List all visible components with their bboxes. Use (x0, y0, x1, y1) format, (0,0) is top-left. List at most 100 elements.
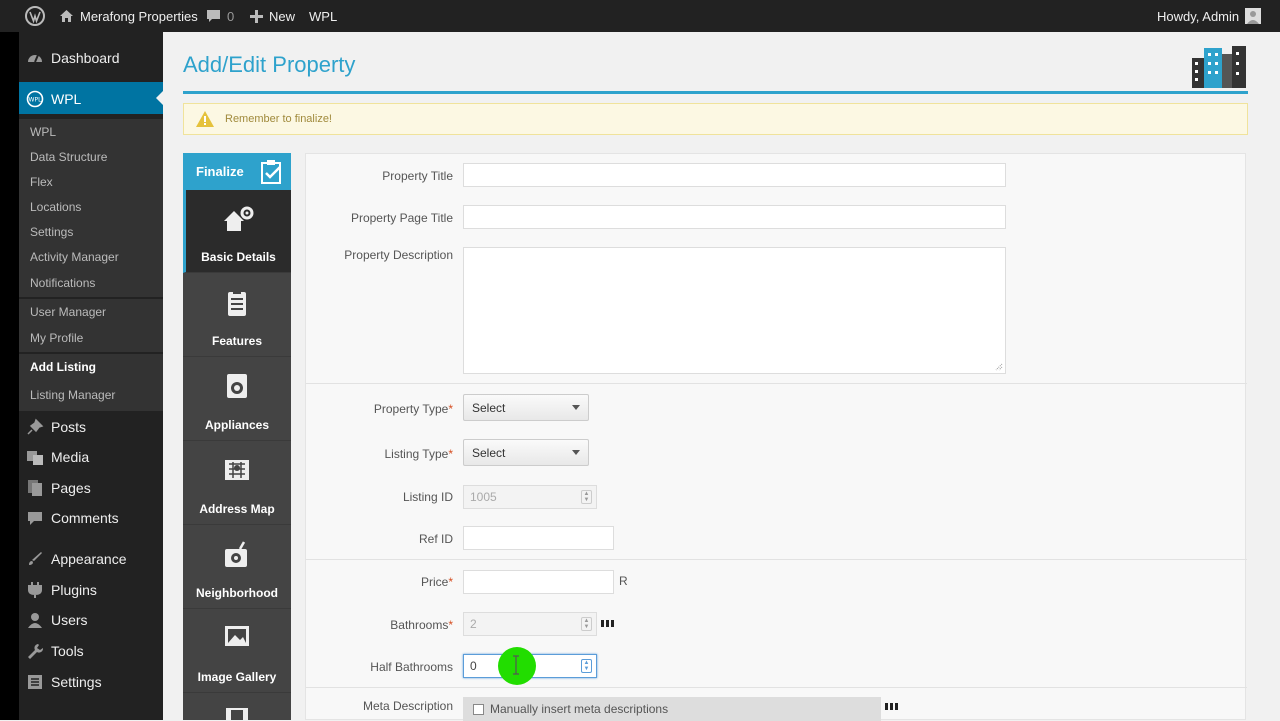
wordpress-logo-icon[interactable] (25, 0, 45, 32)
property-page-title-input[interactable] (463, 205, 1006, 229)
submenu-my-profile-label: My Profile (30, 331, 84, 345)
property-title-input[interactable] (463, 163, 1006, 187)
finalize-label: Finalize (196, 164, 244, 179)
comments-link[interactable]: 0 (206, 0, 234, 32)
comments-icon (28, 512, 42, 525)
submenu-settings[interactable]: Settings (19, 219, 163, 244)
menu-tools[interactable]: Tools (19, 641, 163, 661)
plugin-icon (28, 582, 42, 598)
home-icon (60, 10, 73, 22)
menu-settings-label: Settings (51, 674, 102, 690)
basic-details-form: Property Title Property Page Title Prope… (305, 153, 1247, 721)
tab-basic-details[interactable]: Basic Details (183, 190, 291, 273)
menu-pages[interactable]: Pages (19, 478, 163, 498)
listing-type-label: Listing Type* (306, 447, 454, 461)
howdy-text: Howdy, Admin (1157, 8, 1240, 24)
section-divider (306, 559, 1247, 560)
price-input[interactable] (463, 570, 614, 594)
submenu-add-listing[interactable]: Add Listing (19, 354, 163, 379)
menu-appearance[interactable]: Appearance (19, 549, 163, 569)
property-type-value: Select (472, 400, 506, 415)
menu-users[interactable]: Users (19, 610, 163, 630)
menu-posts-label: Posts (51, 419, 87, 435)
comments-count: 0 (227, 8, 235, 24)
submenu-data-structure[interactable]: Data Structure (19, 144, 163, 169)
submenu-notifications-label: Notifications (30, 276, 96, 290)
more-options-icon[interactable] (601, 620, 614, 627)
listing-type-text: Listing Type (384, 447, 449, 461)
bathrooms-value: 2 (470, 617, 477, 631)
title-divider (183, 91, 1248, 94)
media-icon (27, 451, 43, 465)
submenu-my-profile[interactable]: My Profile (19, 324, 163, 352)
users-icon (28, 613, 42, 628)
wrench-icon (28, 644, 44, 659)
notice-text: Remember to finalize! (225, 113, 332, 125)
menu-plugins[interactable]: Plugins (19, 580, 163, 600)
tab-label: Features (211, 334, 263, 348)
menu-dashboard[interactable]: Dashboard (19, 47, 163, 68)
svg-text:WPL: WPL (29, 96, 43, 103)
submenu-locations-label: Locations (30, 199, 82, 214)
menu-comments[interactable]: Comments (19, 508, 163, 528)
submenu-add-listing-label: Add Listing (30, 359, 96, 374)
neighborhood-icon (225, 541, 247, 567)
bathrooms-input: 2 ▲ ▼ (463, 612, 597, 636)
plus-icon (250, 9, 263, 23)
menu-wpl-label: WPL (51, 90, 82, 107)
submenu-flex-label: Flex (30, 174, 53, 189)
submenu-wpl[interactable]: WPL (19, 119, 163, 144)
finalize-button[interactable]: Finalize (183, 153, 291, 190)
menu-comments-label: Comments (51, 510, 119, 526)
price-currency: R (619, 574, 628, 588)
menu-wpl-row[interactable]: WPL WPL (19, 88, 163, 109)
bathrooms-text: Bathrooms (390, 618, 449, 632)
submenu-locations[interactable]: Locations (19, 194, 163, 219)
new-content-link[interactable]: New (250, 0, 295, 32)
tab-neighborhood[interactable]: Neighborhood (183, 526, 291, 609)
property-description-textarea[interactable] (463, 247, 1006, 374)
meta-description-toggle[interactable]: Manually insert meta descriptions (463, 697, 881, 721)
property-type-text: Property Type (373, 402, 449, 416)
submenu-listing-manager-label: Listing Manager (30, 388, 116, 402)
menu-dashboard-label: Dashboard (51, 49, 120, 66)
comment-icon (207, 10, 220, 22)
brush-icon (29, 552, 42, 565)
submenu-flex[interactable]: Flex (19, 169, 163, 194)
ref-id-input[interactable] (463, 526, 614, 550)
finalize-notice: Remember to finalize! (183, 103, 1248, 135)
submenu-activity-manager[interactable]: Activity Manager (19, 244, 163, 269)
tab-address-map[interactable]: Address Map (183, 442, 291, 525)
listing-id-input: 1005 ▲ ▼ (463, 485, 597, 509)
submenu-user-manager-label: User Manager (30, 304, 107, 319)
tab-label: Image Gallery (197, 670, 277, 684)
required-mark: * (448, 447, 453, 461)
wpl-logo-icon: WPL (26, 90, 44, 107)
listing-type-select[interactable]: Select (463, 439, 589, 466)
submenu-wpl-label: WPL (30, 124, 57, 139)
menu-media[interactable]: Media (19, 447, 163, 467)
settings-icon (28, 675, 42, 689)
menu-appearance-label: Appearance (51, 551, 127, 567)
ref-id-label: Ref ID (418, 532, 453, 546)
meta-checkbox[interactable] (473, 703, 484, 715)
tab-appliances[interactable]: Appliances (183, 358, 291, 441)
site-name-link[interactable]: Merafong Properties (59, 0, 198, 32)
tab-image-gallery[interactable]: Image Gallery (183, 610, 291, 693)
more-options-icon[interactable] (885, 703, 898, 710)
my-account[interactable]: Howdy, Admin (1157, 0, 1262, 32)
page-title: Add/Edit Property (183, 52, 356, 77)
submenu-notifications[interactable]: Notifications (19, 269, 163, 297)
number-spinner[interactable]: ▲ ▼ (581, 659, 592, 673)
wpl-toplink[interactable]: WPL (309, 0, 337, 32)
price-text: Price (420, 575, 449, 589)
menu-posts[interactable]: Posts (19, 417, 163, 437)
resize-handle-icon[interactable] (994, 362, 1003, 371)
menu-settings[interactable]: Settings (19, 672, 163, 692)
submenu-listing-manager[interactable]: Listing Manager (19, 379, 163, 411)
dashboard-icon (28, 54, 42, 62)
pages-icon (28, 480, 42, 496)
property-type-select[interactable]: Select (463, 394, 589, 421)
submenu-user-manager[interactable]: User Manager (19, 299, 163, 324)
tab-features[interactable]: Features (183, 274, 291, 357)
